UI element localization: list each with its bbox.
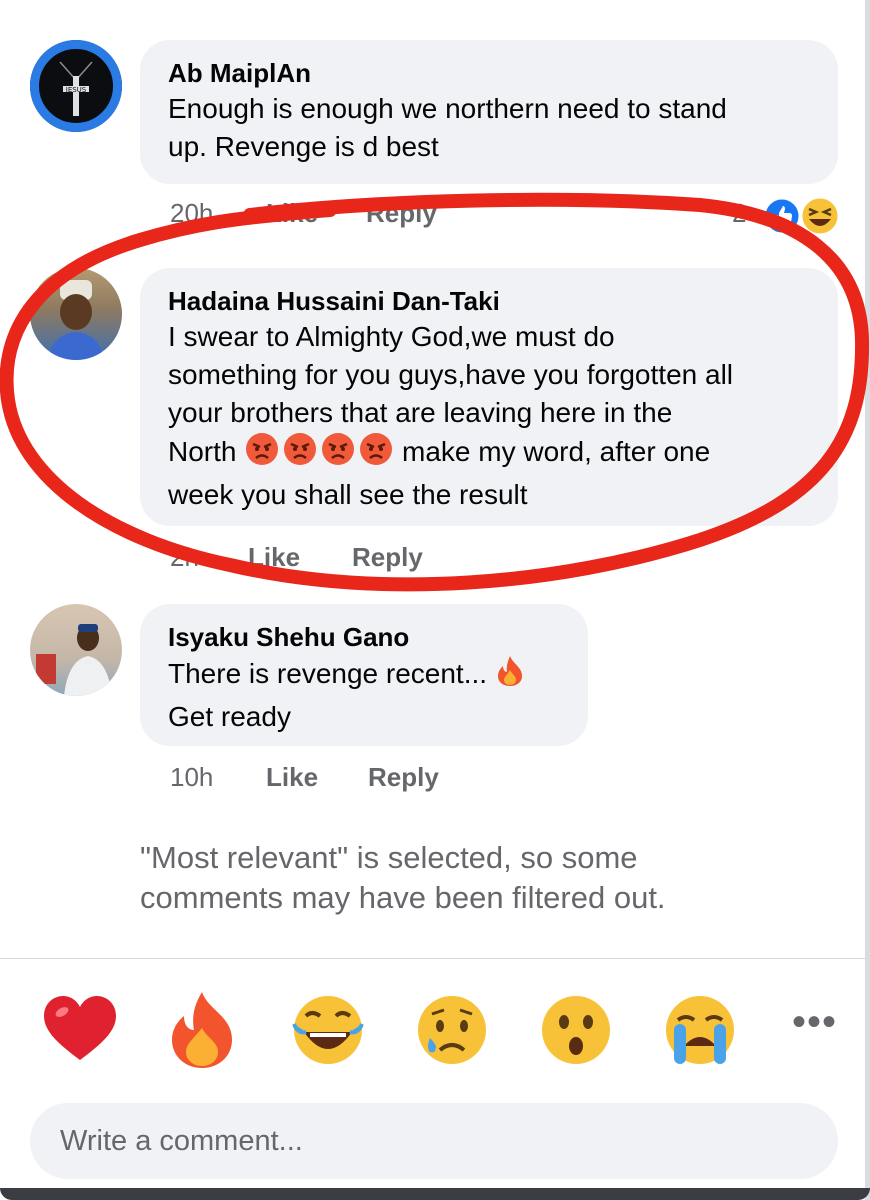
profile-photo-icon [36, 624, 112, 696]
quick-reaction-bar [0, 990, 865, 1070]
comment-author[interactable]: Hadaina Hussaini Dan-Taki [168, 284, 810, 318]
comment-author[interactable]: Ab MaiplAn [168, 56, 810, 90]
comment-text-line: I swear to Almighty God,we must do [168, 321, 615, 352]
fire-icon [495, 654, 525, 698]
comment-text-line: something for you guys,have you forgotte… [168, 359, 734, 390]
reply-button[interactable]: Reply [366, 198, 437, 229]
comment-time[interactable]: 2h [170, 542, 199, 573]
avatar-isyaku[interactable] [30, 604, 122, 696]
laughing-reaction-icon[interactable] [798, 194, 842, 238]
svg-text:JESUS: JESUS [65, 86, 87, 94]
sad-tear-reaction-icon[interactable] [412, 990, 492, 1070]
comment-time[interactable]: 20h [170, 198, 213, 229]
screen-edge [865, 0, 870, 1200]
angry-face-icon [244, 432, 394, 476]
comment-text-line: Get ready [168, 701, 291, 732]
comment-text-line: up. Revenge is d best [168, 131, 439, 162]
reply-button[interactable]: Reply [368, 762, 439, 793]
more-options-icon[interactable]: ••• [792, 1002, 844, 1046]
avatar-hadaina[interactable] [30, 268, 122, 360]
comment-text-line: your brothers that are leaving here in t… [168, 397, 673, 428]
comment-input-placeholder: Write a comment... [60, 1125, 303, 1157]
comment-bubble: Hadaina Hussaini Dan-Taki I swear to Alm… [140, 268, 838, 526]
cross-necklace-icon: JESUS [33, 43, 119, 129]
comment-text-line: Enough is enough we northern need to sta… [168, 93, 727, 124]
like-button[interactable]: Like [266, 198, 318, 229]
comment-text-segment: make my word, after one [402, 436, 711, 467]
surprised-reaction-icon[interactable] [536, 990, 616, 1070]
divider [0, 958, 865, 959]
reply-button[interactable]: Reply [352, 542, 423, 573]
comment-time[interactable]: 10h [170, 762, 213, 793]
comment-text-line: week you shall see the result [168, 479, 528, 510]
like-button[interactable]: Like [266, 762, 318, 793]
like-reaction-icon[interactable] [762, 196, 802, 236]
comment-bubble: Ab MaiplAn Enough is enough we northern … [140, 40, 838, 184]
comment-text-line: There is revenge recent... [168, 654, 560, 698]
comment-author[interactable]: Isyaku Shehu Gano [168, 620, 560, 654]
heart-reaction-icon[interactable] [40, 990, 120, 1070]
laughing-reaction-icon[interactable] [288, 990, 368, 1070]
screen-bottom-edge [0, 1188, 870, 1200]
like-button[interactable]: Like [248, 542, 300, 573]
comment-text-segment: North [168, 436, 237, 467]
write-comment-input[interactable]: Write a comment... [30, 1103, 838, 1179]
comment-bubble: Isyaku Shehu Gano There is revenge recen… [140, 604, 588, 746]
reaction-count[interactable]: 2 [732, 198, 746, 229]
filter-notice: "Most relevant" is selected, so some com… [140, 840, 666, 915]
crying-reaction-icon[interactable] [660, 990, 740, 1070]
profile-photo-icon [48, 280, 104, 360]
fire-reaction-icon[interactable] [162, 990, 242, 1070]
avatar-ab-maiplan[interactable]: JESUS [30, 40, 122, 132]
comment-text-segment: There is revenge recent... [168, 658, 488, 689]
comment-text-line: North make my word, after one [168, 432, 810, 476]
